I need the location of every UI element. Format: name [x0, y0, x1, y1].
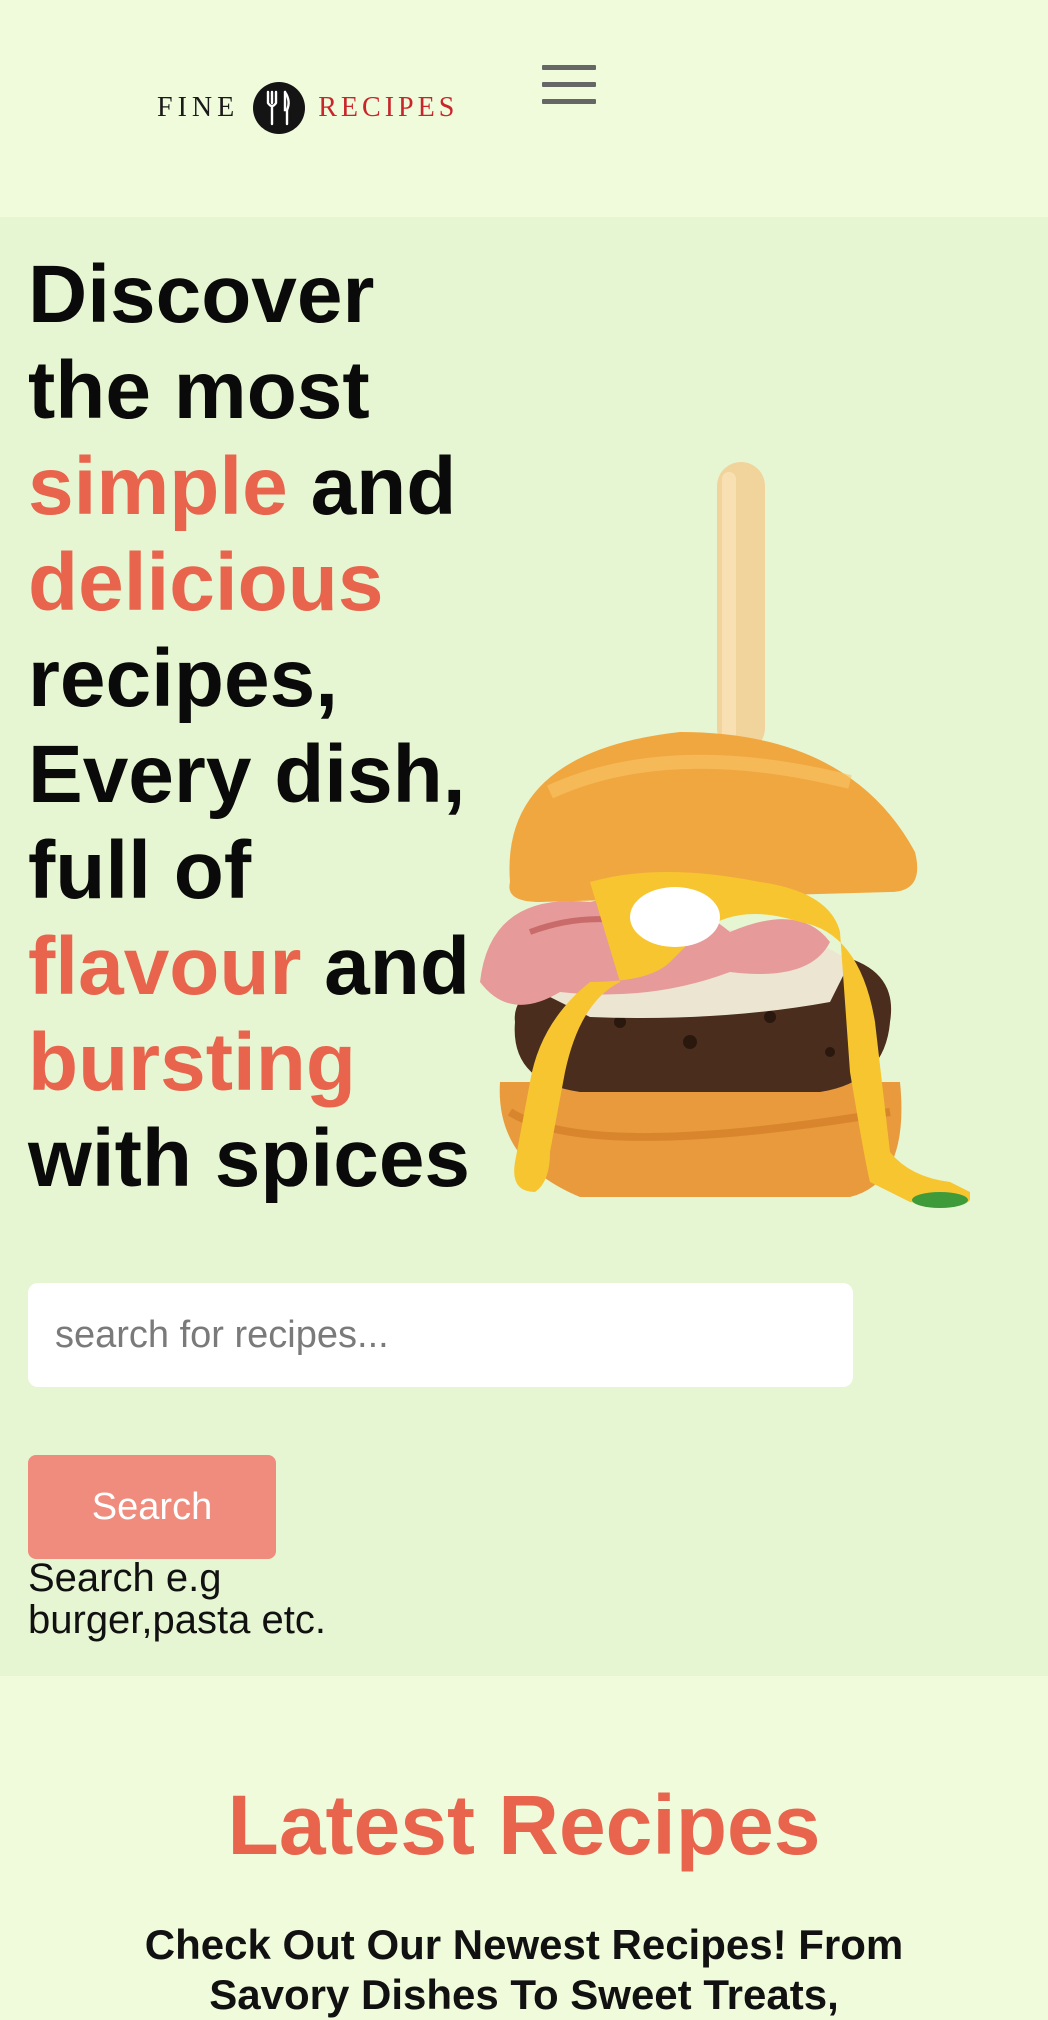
hero-title-accent: simple: [28, 441, 288, 532]
site-logo[interactable]: FINE RECIPES: [157, 80, 458, 136]
logo-fine-text: FINE: [157, 92, 240, 123]
logo-recipes-text: RECIPES: [318, 92, 459, 123]
hero-title-line: Discover: [28, 249, 375, 340]
search-input[interactable]: [28, 1283, 853, 1387]
latest-recipes-subtitle-line: Check Out Our Newest Recipes! From: [144, 1921, 904, 1968]
latest-recipes-subtitle: Check Out Our Newest Recipes! From Savor…: [110, 1920, 938, 2020]
site-header: FINE RECIPES: [0, 0, 1048, 217]
fork-knife-icon: [253, 82, 306, 134]
hero-title-accent: delicious: [28, 537, 384, 628]
hero-title-line: with spices: [28, 1113, 471, 1204]
search-hint: Search e.g burger,pasta etc.: [28, 1557, 428, 1641]
hero-section: Discover the most simple and delicious r…: [0, 217, 1048, 1676]
hero-title-line: the most: [28, 345, 370, 436]
search-hint-line: Search e.g: [28, 1556, 222, 1600]
hero-title-line: and: [287, 441, 457, 532]
latest-recipes-subtitle-line: Savory Dishes To Sweet Treats,: [209, 1971, 839, 2018]
latest-recipes-title: Latest Recipes: [227, 1778, 821, 1872]
hero-title: Discover the most simple and delicious r…: [28, 247, 488, 1207]
hero-title-line: full of: [28, 825, 252, 916]
search-hint-line: burger,pasta etc.: [28, 1598, 326, 1642]
hero-title-line: Every dish,: [28, 729, 466, 820]
burger-with-knife-image: [480, 462, 970, 1208]
hero-title-line: and: [301, 921, 470, 1012]
search-button[interactable]: Search: [28, 1455, 276, 1559]
hero-title-line: recipes,: [28, 633, 338, 724]
hero-title-accent: flavour: [28, 921, 302, 1012]
hero-title-accent: bursting: [28, 1017, 356, 1108]
hamburger-menu-icon[interactable]: [540, 62, 598, 110]
